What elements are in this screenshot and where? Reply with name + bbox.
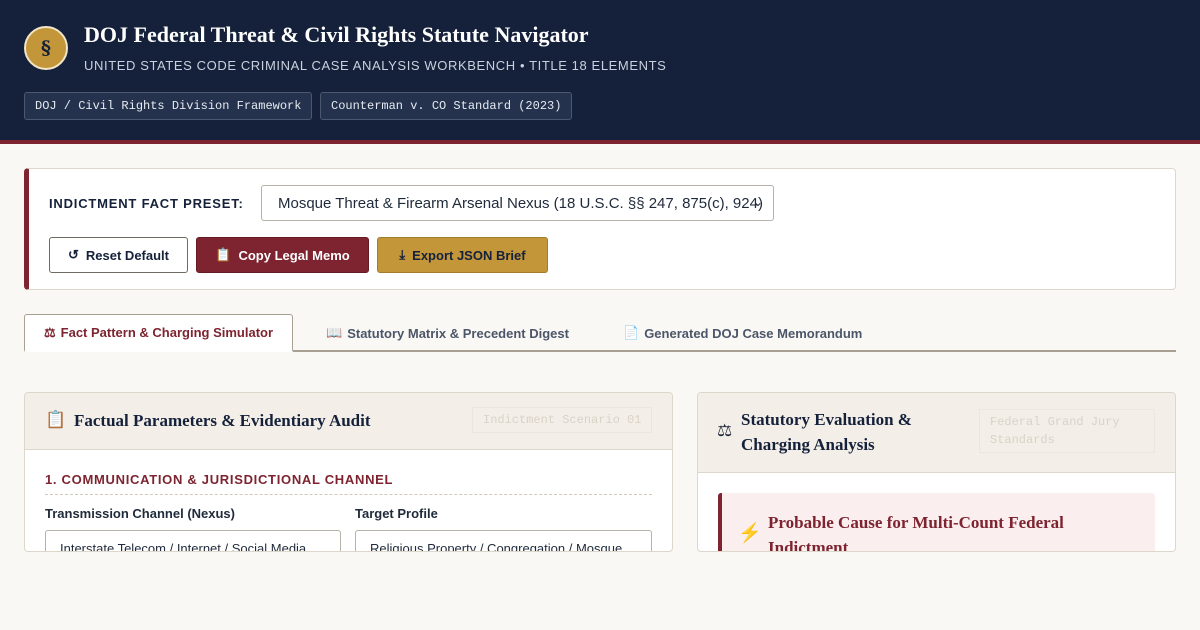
panel-title: Factual Parameters & Evidentiary Audit — [74, 411, 371, 430]
tab-label: Fact Pattern & Charging Simulator — [60, 325, 274, 340]
doj-seal-icon: § — [24, 26, 68, 70]
alert-title: Probable Cause for Multi-Count Federal I… — [768, 513, 1064, 552]
standard-badge: Counterman v. CO Standard (2023) — [320, 92, 573, 120]
tab-case-memorandum[interactable]: 📄 Generated DOJ Case Memorandum — [623, 314, 862, 352]
export-json-brief-button[interactable]: ⤓ Export JSON Brief — [377, 237, 548, 273]
chevron-down-icon: ⌄ — [752, 195, 763, 209]
scales-icon: ⚖ — [717, 421, 733, 440]
preset-select[interactable]: Mosque Threat & Firearm Arsenal Nexus (1… — [261, 185, 774, 221]
tab-statutory-matrix[interactable]: 📖 Statutory Matrix & Precedent Digest — [326, 314, 569, 352]
reset-icon: ↺ — [68, 247, 79, 262]
target-profile-label: Target Profile — [355, 506, 438, 521]
framework-badge: DOJ / Civil Rights Division Framework — [24, 92, 313, 120]
clipboard-icon: 📋 — [215, 247, 232, 262]
scenario-tag: Indictment Scenario 01 — [472, 407, 653, 433]
export-json-brief-label: Export JSON Brief — [412, 247, 526, 263]
reset-default-label: Reset Default — [85, 247, 169, 263]
transmission-channel-value: Interstate Telecom / Internet / Social M… — [60, 540, 307, 552]
tab-label: Generated DOJ Case Memorandum — [644, 325, 863, 341]
section-heading: 1. COMMUNICATION & JURISDICTIONAL CHANNE… — [45, 472, 652, 495]
copy-legal-memo-button[interactable]: 📋 Copy Legal Memo — [196, 237, 369, 273]
document-icon: 📄 — [623, 325, 640, 340]
tab-label: Statutory Matrix & Precedent Digest — [347, 325, 569, 341]
app-subtitle: UNITED STATES CODE CRIMINAL CASE ANALYSI… — [84, 58, 667, 73]
panel-title-line-2: Charging Analysis — [741, 435, 875, 454]
clipboard-icon: 📋 — [45, 410, 67, 429]
panel-title-line-1: Statutory Evaluation & — [741, 410, 912, 429]
scales-icon: ⚖ — [44, 324, 56, 340]
probable-cause-alert: ⚡ Probable Cause for Multi-Count Federal… — [718, 493, 1155, 552]
tab-bar: ⚖ Fact Pattern & Charging Simulator 📖 St… — [24, 314, 1176, 352]
download-icon: ⤓ — [399, 247, 406, 262]
preset-select-value: Mosque Threat & Firearm Arsenal Nexus (1… — [278, 194, 763, 212]
preset-label: INDICTMENT FACT PRESET: — [49, 196, 244, 211]
standards-tag-line-2: Standards — [990, 433, 1055, 447]
target-profile-value: Religious Property / Congregation / Mosq… — [370, 540, 623, 552]
lightning-icon: ⚡ — [738, 523, 762, 544]
factual-parameters-panel: 📋 Factual Parameters & Evidentiary Audit… — [24, 392, 673, 552]
standards-tag-line-1: Federal Grand Jury — [990, 415, 1120, 429]
panel-header: ⚖ Statutory Evaluation & Charging Analys… — [698, 393, 1175, 473]
standards-tag: Federal Grand Jury Standards — [979, 409, 1155, 453]
reset-default-button[interactable]: ↺ Reset Default — [49, 237, 188, 273]
book-icon: 📖 — [326, 325, 343, 340]
copy-legal-memo-label: Copy Legal Memo — [238, 247, 350, 263]
preset-toolbar: INDICTMENT FACT PRESET: Mosque Threat & … — [24, 168, 1176, 290]
panel-header: 📋 Factual Parameters & Evidentiary Audit… — [25, 393, 672, 450]
app-header: § DOJ Federal Threat & Civil Rights Stat… — [0, 0, 1200, 144]
app-title: DOJ Federal Threat & Civil Rights Statut… — [84, 22, 589, 47]
transmission-channel-select[interactable]: Interstate Telecom / Internet / Social M… — [45, 530, 341, 552]
target-profile-select[interactable]: Religious Property / Congregation / Mosq… — [355, 530, 652, 552]
statutory-evaluation-panel: ⚖ Statutory Evaluation & Charging Analys… — [697, 392, 1176, 552]
transmission-channel-label: Transmission Channel (Nexus) — [45, 506, 235, 521]
tab-fact-pattern[interactable]: ⚖ Fact Pattern & Charging Simulator — [24, 314, 294, 352]
